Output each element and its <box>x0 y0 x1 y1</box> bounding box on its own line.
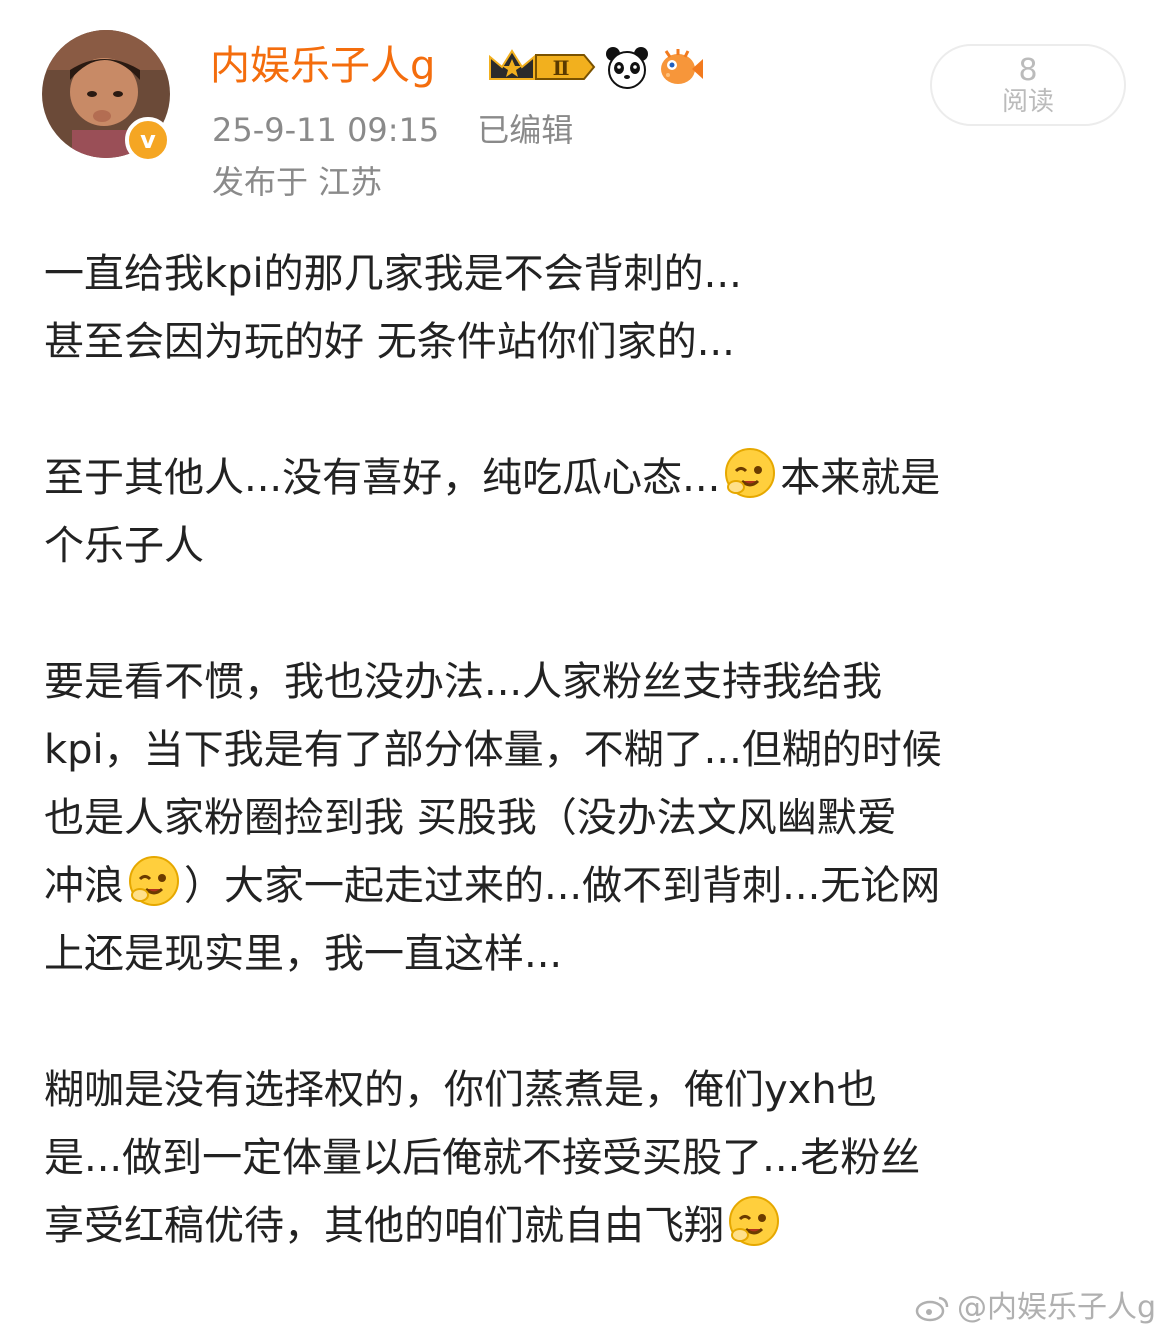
wink-emoji-icon <box>722 445 778 501</box>
post-line: 一直给我kpi的那几家我是不会背刺的... <box>44 251 742 297</box>
post-line: 甚至会因为玩的好 无条件站你们家的... <box>44 319 735 365</box>
verified-badge-icon: v <box>125 117 171 163</box>
wink-emoji-icon <box>126 853 182 909</box>
read-count-label: 阅读 <box>1001 87 1054 117</box>
wink-emoji-icon <box>726 1193 782 1249</box>
post-line: 个乐子人 <box>44 523 204 569</box>
post-line: 上还是现实里，我一直这样... <box>44 931 563 977</box>
post-body: 一直给我kpi的那几家我是不会背刺的... 甚至会因为玩的好 无条件站你们家的.… <box>44 240 1134 1260</box>
watermark: @内娱乐子人g <box>915 1286 1156 1330</box>
post-line: 是...做到一定体量以后俺就不接受买股了...老粉丝 <box>44 1135 921 1181</box>
post-line: 糊咖是没有选择权的，你们蒸煮是，俺们yxh也 <box>44 1067 877 1113</box>
crown-level-icon[interactable]: Ⅱ <box>486 45 596 89</box>
username[interactable]: 内娱乐子人g <box>210 38 435 94</box>
watermark-text: @内娱乐子人g <box>956 1290 1156 1325</box>
pufferfish-icon[interactable] <box>658 45 704 89</box>
panda-icon[interactable] <box>604 45 650 89</box>
post-line: 冲浪 ）大家一起走过来的...做不到背刺...无论网 <box>44 852 1134 920</box>
post-timestamp: 25-9-11 09:15 <box>212 111 440 149</box>
level-badge-label: Ⅱ <box>553 56 570 80</box>
post-line: 要是看不惯，我也没办法...人家粉丝支持我给我 <box>44 659 883 705</box>
post-line: 至于其他人...没有喜好，纯吃瓜心态... 本来就是 <box>44 444 1134 512</box>
edited-label[interactable]: 已编辑 <box>477 111 573 149</box>
post-location: 发布于 江苏 <box>212 163 383 201</box>
post-line: 也是人家粉圈捡到我 买股我（没办法文风幽默爱 <box>44 795 897 841</box>
weibo-logo-icon <box>915 1293 951 1323</box>
post-line: 享受红稿优待，其他的咱们就自由飞翔 <box>44 1192 1134 1260</box>
post-meta: 25-9-11 09:15 已编辑 <box>212 108 573 152</box>
read-count: 8 阅读 <box>930 44 1126 126</box>
read-count-number: 8 <box>1018 53 1038 88</box>
post-line: kpi，当下我是有了部分体量，不糊了...但糊的时候 <box>44 727 942 773</box>
user-badges: Ⅱ <box>486 44 704 90</box>
